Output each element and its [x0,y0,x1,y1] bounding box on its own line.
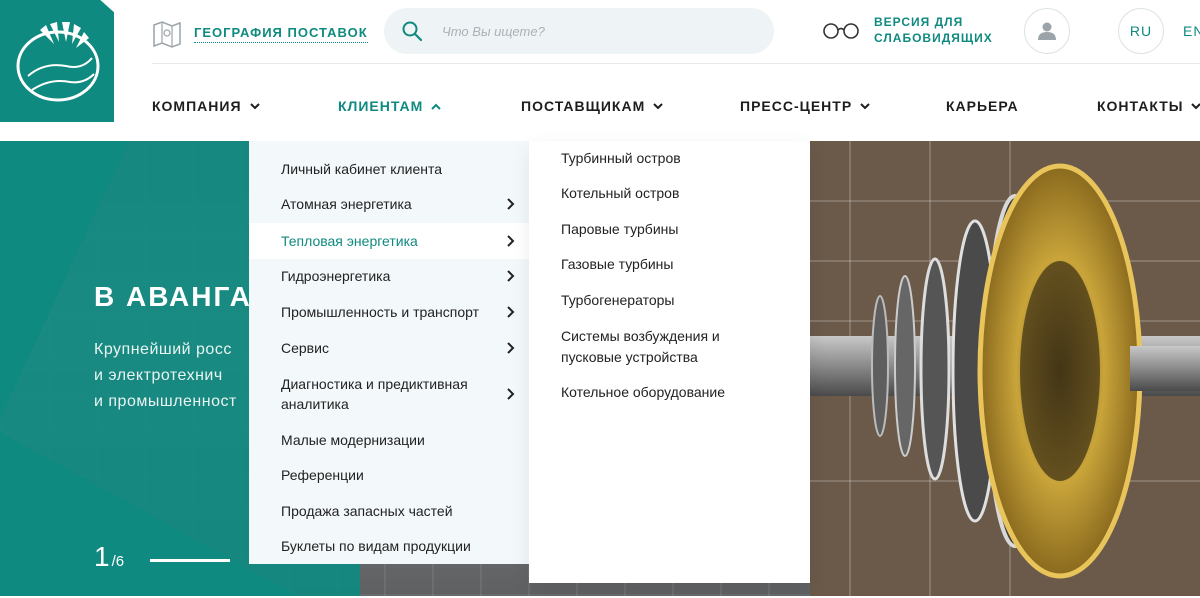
chevron-down-icon [249,102,260,109]
search-icon[interactable] [402,21,422,41]
menu-item-label: Референции [281,467,364,483]
nav-item-label: ПРЕСС-ЦЕНТР [740,98,853,114]
nav-item-label: ПОСТАВЩИКАМ [521,98,646,114]
menu-item-label: Сервис [281,340,329,356]
submenu-item-boiler-island[interactable]: Котельный остров [561,183,791,204]
low-vision-label-line2: СЛАБОВИДЯЩИХ [874,31,993,45]
language-en-button[interactable]: EN [1183,23,1200,39]
menu-item-label: Личный кабинет клиента [281,161,443,177]
hero-title: В АВАНГАР [94,281,273,312]
menu-item-nuclear-energy[interactable]: Атомная энергетика [249,187,529,221]
nav-item-label: КОМПАНИЯ [152,98,242,114]
submenu-item-steam-turbines[interactable]: Паровые турбины [561,219,791,240]
nav-item-label: КОНТАКТЫ [1097,98,1184,114]
main-navigation: КОМПАНИЯ КЛИЕНТАМ ПОСТАВЩИКАМ ПРЕСС-ЦЕНТ… [0,98,1200,118]
nav-item-company[interactable]: КОМПАНИЯ [152,98,260,114]
chevron-right-icon [507,235,515,247]
menu-item-label: Диагностика и предиктивная аналитика [281,376,468,412]
slide-current: 1 [94,541,110,572]
menu-item-label: Продажа запасных частей [281,503,453,519]
menu-item-service[interactable]: Сервис [249,331,529,365]
supply-geography-link[interactable]: ГЕОГРАФИЯ ПОСТАВОК [152,18,368,50]
nav-item-label: КЛИЕНТАМ [338,98,424,114]
submenu-item-boiler-equipment[interactable]: Котельное оборудование [561,382,791,403]
turbine-image [810,141,1200,596]
map-icon [153,21,181,48]
logo-emblem-icon [16,22,100,102]
low-vision-version-link[interactable]: ВЕРСИЯ ДЛЯ СЛАБОВИДЯЩИХ [822,14,993,46]
menu-item-hydro-energy[interactable]: Гидроэнергетика [249,259,529,293]
menu-item-industry-transport[interactable]: Промышленность и транспорт [249,295,529,329]
search-input[interactable] [442,23,742,39]
menu-item-label: Атомная энергетика [281,196,412,212]
submenu-item-excitation-systems[interactable]: Системы возбуждения и пусковые устройств… [561,326,751,368]
menu-item-spare-parts[interactable]: Продажа запасных частей [249,500,529,522]
menu-item-label: Тепловая энергетика [281,233,418,249]
nav-item-career[interactable]: КАРЬЕРА [946,98,1019,114]
nav-item-press-center[interactable]: ПРЕСС-ЦЕНТР [740,98,870,114]
chevron-down-icon [1191,102,1200,109]
glasses-icon [823,23,859,39]
slide-total: /6 [111,553,125,570]
menu-item-thermal-energy[interactable]: Тепловая энергетика [249,223,529,259]
chevron-down-icon [860,102,870,109]
menu-item-label: Гидроэнергетика [281,268,391,284]
submenu-item-turbine-island[interactable]: Турбинный остров [561,148,791,169]
menu-item-label: Малые модернизации [281,432,425,448]
low-vision-label: ВЕРСИЯ ДЛЯ СЛАБОВИДЯЩИХ [874,14,993,46]
slide-counter: 1 /6 [94,541,124,573]
menu-item-small-modernization[interactable]: Малые модернизации [249,429,529,451]
menu-item-client-account[interactable]: Личный кабинет клиента [249,159,529,179]
menu-item-diagnostics-analytics[interactable]: Диагностика и предиктивная аналитика [249,371,529,417]
supply-geography-label: ГЕОГРАФИЯ ПОСТАВОК [194,25,368,43]
chevron-right-icon [507,198,515,210]
header-divider [152,63,1200,64]
menu-item-product-booklets[interactable]: Буклеты по видам продукции [249,535,529,557]
submenu-item-turbogenerators[interactable]: Турбогенераторы [561,290,791,311]
clients-dropdown-menu: Личный кабинет клиента Атомная энергетик… [249,141,529,564]
chevron-right-icon [507,388,515,400]
slide-progress-bar[interactable] [150,559,230,562]
nav-item-label: КАРЬЕРА [946,98,1019,114]
chevron-right-icon [507,306,515,318]
menu-item-label: Буклеты по видам продукции [281,538,471,554]
menu-item-label: Промышленность и транспорт [281,304,480,320]
nav-item-contacts[interactable]: КОНТАКТЫ [1097,98,1200,114]
submenu-item-gas-turbines[interactable]: Газовые турбины [561,254,791,275]
search-box[interactable] [384,8,774,54]
user-icon [1038,22,1056,40]
language-ru-button[interactable]: RU [1118,8,1164,54]
low-vision-label-line1: ВЕРСИЯ ДЛЯ [874,15,964,29]
chevron-down-icon [653,102,663,109]
user-account-button[interactable] [1024,8,1070,54]
chevron-up-icon [431,103,442,110]
nav-item-suppliers[interactable]: ПОСТАВЩИКАМ [521,98,663,114]
chevron-right-icon [507,342,515,354]
menu-item-references[interactable]: Референции [249,464,529,486]
chevron-right-icon [507,270,515,282]
thermal-energy-submenu: Турбинный остров Котельный остров Паровы… [529,141,810,583]
nav-item-clients[interactable]: КЛИЕНТАМ [338,98,442,114]
